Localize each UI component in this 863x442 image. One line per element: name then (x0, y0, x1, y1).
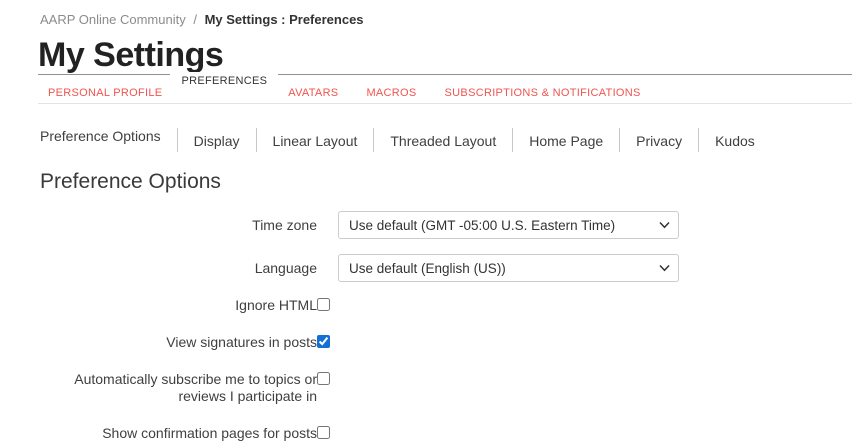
subtab-display[interactable]: Display (178, 128, 256, 155)
timezone-select-wrap: Use default (GMT -05:00 U.S. Eastern Tim… (338, 211, 679, 239)
tab-personal-profile[interactable]: PERSONAL PROFILE (48, 74, 162, 99)
subtab-privacy[interactable]: Privacy (620, 128, 698, 155)
breadcrumb-separator: / (193, 12, 197, 27)
timezone-select[interactable]: Use default (GMT -05:00 U.S. Eastern Tim… (338, 211, 679, 239)
auto-subscribe-label: Automatically subscribe me to topics or … (74, 371, 317, 404)
form-row-auto-subscribe: Automatically subscribe me to topics or … (40, 371, 863, 405)
sub-tab-bar: Preference Options Display Linear Layout… (40, 104, 863, 155)
language-select-wrap: Use default (English (US)) (338, 254, 679, 282)
subtab-preference-options[interactable]: Preference Options (40, 128, 177, 150)
form-row-view-signatures: View signatures in posts (40, 334, 863, 351)
settings-page: AARP Online Community / My Settings : Pr… (0, 0, 863, 442)
language-select[interactable]: Use default (English (US)) (338, 254, 679, 282)
form-row-show-confirmation: Show confirmation pages for posts (40, 425, 863, 442)
auto-subscribe-checkbox[interactable] (317, 372, 330, 385)
breadcrumb-link-community[interactable]: AARP Online Community (40, 12, 186, 27)
timezone-label: Time zone (252, 217, 317, 233)
tab-preferences[interactable]: PREFERENCES (170, 72, 279, 87)
main-tab-bar: PERSONAL PROFILE PREFERENCES AVATARS MAC… (38, 72, 852, 104)
breadcrumb-current: My Settings : Preferences (204, 12, 364, 27)
subtab-threaded-layout[interactable]: Threaded Layout (374, 128, 512, 155)
page-title: My Settings (38, 36, 224, 74)
ignore-html-label: Ignore HTML (235, 297, 317, 313)
language-label: Language (254, 260, 317, 276)
section-heading: Preference Options (40, 170, 221, 193)
subtab-linear-layout[interactable]: Linear Layout (257, 128, 374, 155)
tab-subscriptions-notifications[interactable]: SUBSCRIPTIONS & NOTIFICATIONS (445, 74, 641, 99)
view-signatures-checkbox[interactable] (317, 335, 330, 348)
breadcrumb: AARP Online Community / My Settings : Pr… (40, 12, 863, 28)
form-row-timezone: Time zone Use default (GMT -05:00 U.S. E… (40, 211, 863, 239)
show-confirmation-checkbox[interactable] (317, 426, 330, 439)
subtab-home-page[interactable]: Home Page (513, 128, 619, 155)
form-row-ignore-html: Ignore HTML (40, 297, 863, 314)
form-row-language: Language Use default (English (US)) (40, 254, 863, 282)
view-signatures-label: View signatures in posts (166, 334, 317, 350)
tab-macros[interactable]: MACROS (366, 74, 416, 99)
preferences-form: Time zone Use default (GMT -05:00 U.S. E… (40, 211, 863, 442)
subtab-kudos[interactable]: Kudos (699, 128, 771, 155)
show-confirmation-label: Show confirmation pages for posts (102, 425, 317, 441)
tab-avatars[interactable]: AVATARS (288, 74, 338, 99)
ignore-html-checkbox[interactable] (317, 298, 330, 311)
